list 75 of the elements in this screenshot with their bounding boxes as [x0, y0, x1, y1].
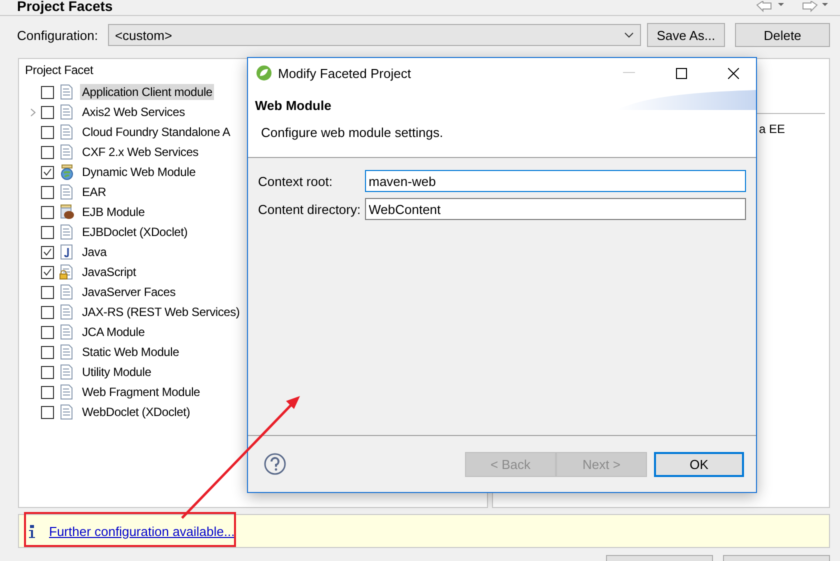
- checkbox[interactable]: [41, 246, 54, 258]
- field-label: Content directory:: [258, 202, 361, 216]
- help-icon[interactable]: [264, 453, 286, 475]
- document-icon: [59, 224, 75, 240]
- checkbox[interactable]: [41, 386, 54, 398]
- save-as-button[interactable]: Save As...: [647, 23, 725, 47]
- facet-item[interactable]: CXF 2.x Web Services: [80, 144, 200, 160]
- page-heading: Web Module: [255, 98, 332, 113]
- checkbox[interactable]: [41, 346, 54, 358]
- document-icon: [59, 344, 75, 360]
- checkbox[interactable]: [41, 326, 54, 338]
- text-field[interactable]: WebContent: [364, 198, 746, 220]
- checkbox[interactable]: [41, 306, 54, 318]
- text-field[interactable]: maven-web: [364, 170, 746, 192]
- document-icon: [59, 324, 75, 340]
- checkbox[interactable]: [41, 106, 54, 118]
- document-icon: [59, 104, 75, 120]
- globe-jar-icon: [59, 164, 75, 180]
- checkbox[interactable]: [41, 286, 54, 298]
- checkbox[interactable]: [41, 366, 54, 378]
- checkbox[interactable]: [41, 406, 54, 418]
- facet-item[interactable]: Java: [80, 244, 109, 260]
- document-icon: [59, 364, 75, 380]
- facet-item[interactable]: WebDoclet (XDoclet): [80, 404, 192, 420]
- document-icon: [59, 384, 75, 400]
- document-icon: [59, 404, 75, 420]
- checkbox[interactable]: [41, 186, 54, 198]
- document-icon: [59, 304, 75, 320]
- facet-item[interactable]: EJBDoclet (XDoclet): [80, 224, 190, 240]
- page-description: Configure web module settings.: [261, 125, 444, 140]
- info-icon: [29, 524, 35, 538]
- checkbox[interactable]: [41, 206, 54, 218]
- configuration-link[interactable]: Further configuration available...: [49, 524, 235, 538]
- delete-button[interactable]: Delete: [735, 23, 830, 47]
- leaf-logo-icon: [256, 65, 272, 81]
- facet-item[interactable]: Dynamic Web Module: [80, 164, 198, 180]
- configuration-dropdown[interactable]: <custom>: [108, 24, 641, 46]
- document-icon: [59, 124, 75, 140]
- page-title: Project Facets: [17, 0, 114, 14]
- document-icon: [59, 84, 75, 100]
- forward-arrow-icon[interactable]: [800, 1, 830, 13]
- facet-item[interactable]: Static Web Module: [80, 344, 182, 360]
- document-icon: [59, 184, 75, 200]
- bean-jar-icon: [59, 204, 75, 220]
- ok-button[interactable]: OK: [654, 452, 744, 476]
- close-icon[interactable]: [728, 68, 738, 78]
- column-header: Project Facet: [25, 63, 94, 77]
- document-icon: [59, 284, 75, 300]
- facet-item[interactable]: JavaServer Faces: [80, 284, 178, 300]
- checkbox[interactable]: [41, 226, 54, 238]
- field-label: Context root:: [258, 174, 334, 188]
- locked-document-icon: [59, 264, 75, 280]
- configuration-label: Configuration:: [17, 28, 98, 42]
- facet-item[interactable]: JCA Module: [80, 324, 147, 340]
- maximize-icon[interactable]: [676, 68, 686, 78]
- checkbox[interactable]: [41, 166, 54, 178]
- facet-item[interactable]: Web Fragment Module: [80, 384, 202, 400]
- facet-item[interactable]: EAR: [80, 184, 108, 200]
- chevron-down-icon: [624, 32, 634, 38]
- back-arrow-icon[interactable]: [756, 1, 786, 13]
- facet-item[interactable]: Cloud Foundry Standalone A: [80, 124, 232, 140]
- checkbox[interactable]: [41, 266, 54, 278]
- window-title: Modify Faceted Project: [278, 66, 412, 80]
- checkbox[interactable]: [41, 146, 54, 158]
- document-icon: [59, 144, 75, 160]
- facet-item[interactable]: Axis2 Web Services: [80, 104, 187, 120]
- facet-item[interactable]: JAX-RS (REST Web Services): [80, 304, 242, 320]
- details-text: a EE: [759, 122, 786, 136]
- facet-item[interactable]: EJB Module: [80, 204, 147, 220]
- facet-item[interactable]: Utility Module: [80, 364, 154, 380]
- checkbox[interactable]: [41, 86, 54, 98]
- checkbox[interactable]: [41, 126, 54, 138]
- facet-item[interactable]: Application Client module: [80, 84, 214, 100]
- java-file-icon: [59, 244, 75, 260]
- facet-item[interactable]: JavaScript: [80, 264, 138, 280]
